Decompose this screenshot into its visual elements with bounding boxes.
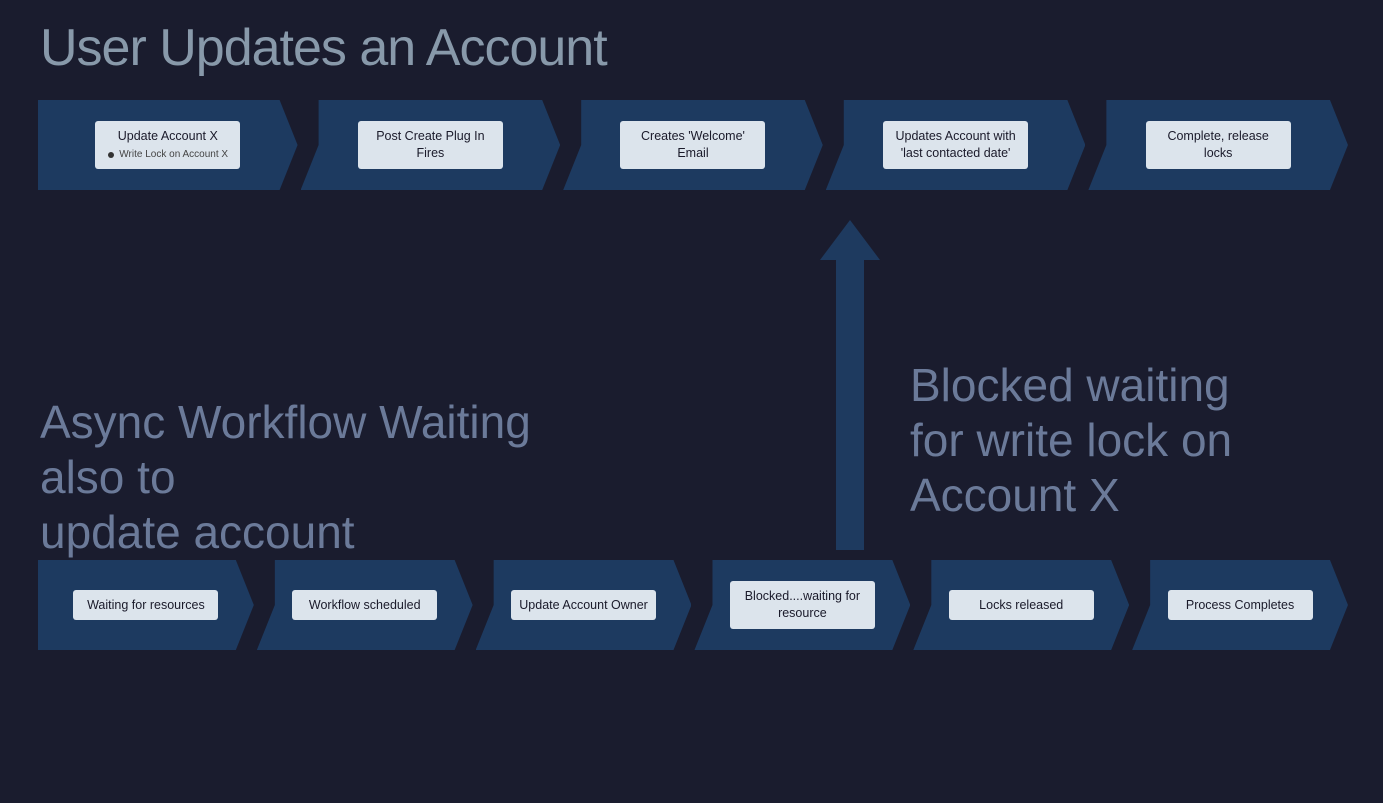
async-label: Async Workflow Waiting also to update ac…: [40, 395, 600, 561]
top-step-3: Creates 'Welcome' Email: [563, 100, 823, 190]
bot-step-4: Blocked....waiting for resource: [694, 560, 910, 650]
chevron-card: Creates 'Welcome' Email: [620, 121, 765, 169]
bot-step-6: Process Completes: [1132, 560, 1348, 650]
chevron-card: Process Completes: [1168, 590, 1313, 621]
arrow-head: [820, 220, 880, 260]
step-label: Update Account X: [103, 128, 232, 145]
top-step-4: Updates Account with 'last contacted dat…: [826, 100, 1086, 190]
step-label: Locks released: [957, 597, 1086, 614]
bot-step-2: Workflow scheduled: [257, 560, 473, 650]
bot-step-1: Waiting for resources: [38, 560, 254, 650]
bot-step-5: Locks released: [913, 560, 1129, 650]
step-label: Workflow scheduled: [300, 597, 429, 614]
blocked-label: Blocked waiting for write lock on Accoun…: [910, 358, 1330, 524]
arrow-line: [836, 260, 864, 550]
step-label: Blocked....waiting for resource: [738, 588, 867, 622]
step-label: Post Create Plug In Fires: [366, 128, 495, 162]
page-title: User Updates an Account: [40, 18, 607, 78]
chevron-card: Update Account Owner: [511, 590, 656, 621]
chevron-card: Updates Account with 'last contacted dat…: [883, 121, 1028, 169]
chevron-card: Update Account X Write Lock on Account X: [95, 121, 240, 168]
bot-step-3: Update Account Owner: [476, 560, 692, 650]
step-label: Update Account Owner: [519, 597, 648, 614]
chevron-card: Blocked....waiting for resource: [730, 581, 875, 629]
chevron-card: Waiting for resources: [73, 590, 218, 621]
step-label: Creates 'Welcome' Email: [628, 128, 757, 162]
blocked-arrow: [820, 220, 880, 550]
top-step-2: Post Create Plug In Fires: [301, 100, 561, 190]
chevron-card: Workflow scheduled: [292, 590, 437, 621]
top-step-5: Complete, release locks: [1088, 100, 1348, 190]
top-step-1: Update Account X Write Lock on Account X: [38, 100, 298, 190]
step-label: Process Completes: [1176, 597, 1305, 614]
bottom-chevron-row: Waiting for resources Workflow scheduled…: [38, 560, 1348, 650]
step-label: Complete, release locks: [1154, 128, 1283, 162]
chevron-card: Locks released: [949, 590, 1094, 621]
step-label: Updates Account with 'last contacted dat…: [891, 128, 1020, 162]
top-chevron-row: Update Account X Write Lock on Account X…: [38, 100, 1348, 190]
step-label: Waiting for resources: [81, 597, 210, 614]
step-sub: Write Lock on Account X: [103, 148, 232, 162]
chevron-card: Complete, release locks: [1146, 121, 1291, 169]
chevron-card: Post Create Plug In Fires: [358, 121, 503, 169]
